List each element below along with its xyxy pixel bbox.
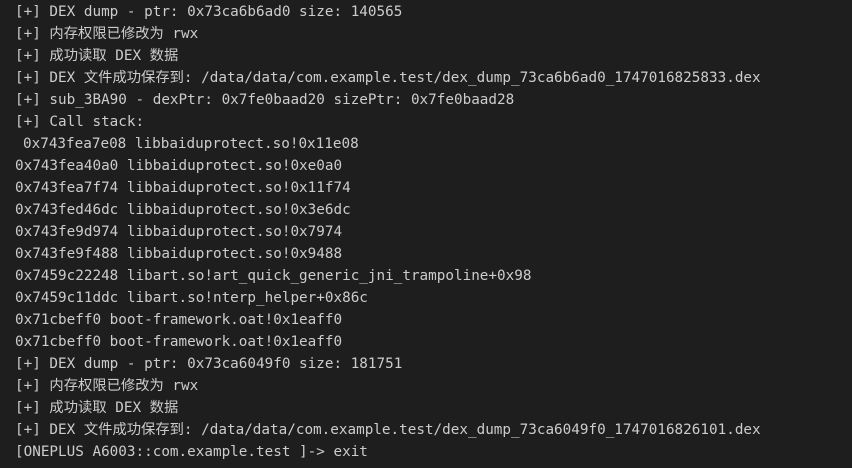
stack-frame-line: 0x743fe9f488 libbaiduprotect.so!0x9488 (15, 246, 343, 262)
output-line: [+] 内存权限已修改为 rwx (15, 378, 199, 394)
prompt-line[interactable]: [ONEPLUS A6003::com.example.test ]-> exi… (15, 441, 852, 463)
stack-frame-line: 0x743fea7e08 libbaiduprotect.so!0x11e08 (23, 136, 359, 152)
stack-frame-line: 0x743fea40a0 libbaiduprotect.so!0xe0a0 (15, 158, 343, 174)
output-line: [+] 成功读取 DEX 数据 (15, 400, 179, 416)
stack-frame-line: 0x71cbeff0 boot-framework.oat!0x1eaff0 (15, 334, 343, 350)
output-line: [+] 成功读取 DEX 数据 (15, 48, 179, 64)
output-line: [+] DEX dump - ptr: 0x73ca6049f0 size: 1… (15, 356, 403, 372)
stack-frame-line: 0x7459c11ddc libart.so!nterp_helper+0x86… (15, 290, 368, 306)
output-line: [+] DEX dump - ptr: 0x73ca6b6ad0 size: 1… (15, 4, 403, 20)
stack-frame-line: 0x7459c22248 libart.so!art_quick_generic… (15, 268, 532, 284)
stack-frame-line: 0x743fea7f74 libbaiduprotect.so!0x11f74 (15, 180, 351, 196)
terminal-output[interactable]: [+] DEX dump - ptr: 0x73ca6b6ad0 size: 1… (0, 0, 852, 468)
output-line: [+] sub_3BA90 - dexPtr: 0x7fe0baad20 siz… (15, 92, 515, 108)
stack-frame-line: 0x71cbeff0 boot-framework.oat!0x1eaff0 (15, 312, 343, 328)
stack-frame-line: 0x743fe9d974 libbaiduprotect.so!0x7974 (15, 224, 343, 240)
output-line: [+] Call stack: (15, 114, 145, 130)
stack-frame-line: 0x743fed46dc libbaiduprotect.so!0x3e6dc (15, 202, 351, 218)
output-line: [+] DEX 文件成功保存到: /data/data/com.example.… (15, 70, 761, 86)
output-line: [+] 内存权限已修改为 rwx (15, 26, 199, 42)
output-line: [+] DEX 文件成功保存到: /data/data/com.example.… (15, 422, 761, 438)
